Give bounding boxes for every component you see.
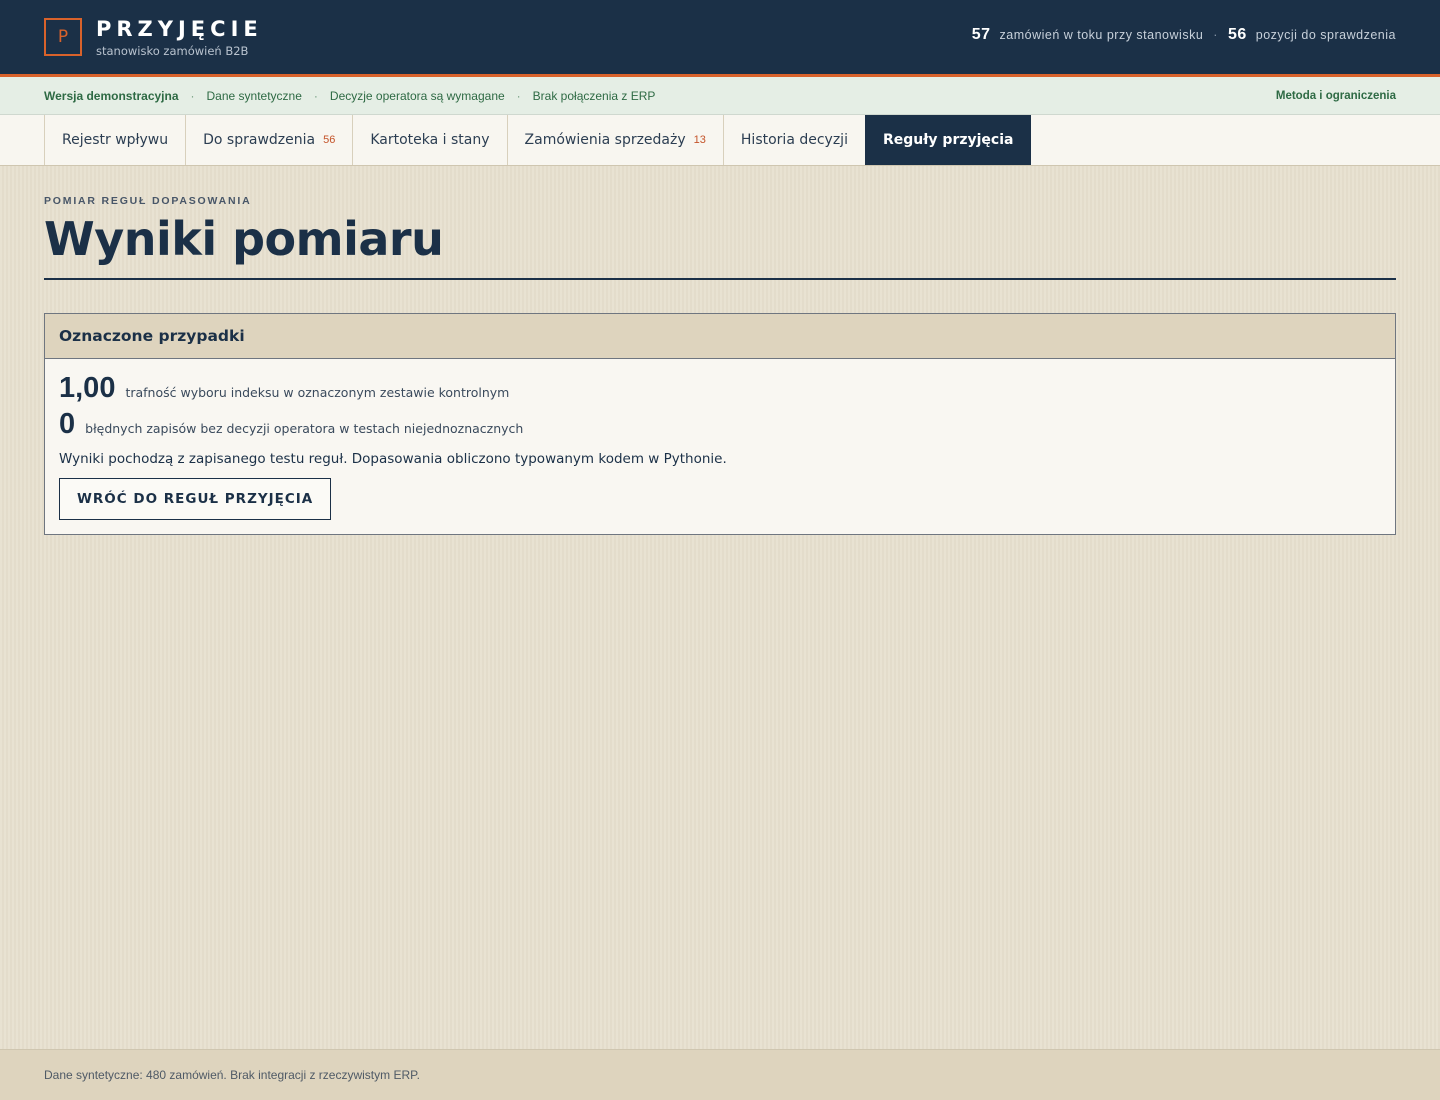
items-to-review-count: 56 — [1227, 26, 1247, 43]
card-heading: Oznaczone przypadki — [45, 314, 1395, 359]
metric-value: 1,00 — [59, 372, 116, 404]
tab-do-sprawdzenia[interactable]: Do sprawdzenia 56 — [185, 115, 352, 165]
tab-label: Zamówienia sprzedaży — [524, 132, 686, 148]
brand-text: PRZYJĘCIE stanowisko zamówień B2B — [96, 17, 263, 58]
demo-separator: · — [313, 88, 318, 103]
tab-historia-decyzji[interactable]: Historia decyzji — [722, 115, 865, 165]
metric-label: trafność wyboru indeksu w oznaczonym zes… — [125, 385, 510, 400]
app-subtitle: stanowisko zamówień B2B — [96, 43, 249, 58]
tab-count-badge: 13 — [693, 134, 706, 146]
results-note: Wyniki pochodzą z zapisanego testu reguł… — [59, 451, 727, 467]
demo-separator: · — [190, 88, 195, 103]
page-title: Wyniki pomiaru — [44, 210, 1396, 280]
page-footer: Dane syntetyczne: 480 zamówień. Brak int… — [0, 1049, 1440, 1100]
tab-zamowienia-sprzedazy[interactable]: Zamówienia sprzedaży 13 — [506, 115, 723, 165]
app-title: PRZYJĘCIE — [96, 16, 263, 41]
metric-accuracy: 1,00 trafność wyboru indeksu w oznaczony… — [59, 372, 1381, 405]
back-to-rules-button[interactable]: WRÓĆ DO REGUŁ PRZYJĘCIA — [59, 478, 332, 520]
demo-no-erp-label: Brak połączenia z ERP — [532, 88, 656, 103]
header-stats: 57 zamówień w toku przy stanowisku · 56 … — [972, 26, 1396, 44]
tab-label: Do sprawdzenia — [203, 132, 316, 148]
page-eyebrow: POMIAR REGUŁ DOPASOWANIA — [44, 195, 252, 207]
results-card: Oznaczone przypadki 1,00 trafność wyboru… — [44, 313, 1396, 535]
footer-text: Dane syntetyczne: 480 zamówień. Brak int… — [44, 1068, 420, 1082]
demo-operator-required-label: Decyzje operatora są wymagane — [329, 88, 505, 103]
tab-kartoteka-i-stany[interactable]: Kartoteka i stany — [352, 115, 506, 165]
app-header: P PRZYJĘCIE stanowisko zamówień B2B 57 z… — [0, 0, 1440, 77]
method-and-limits-link[interactable]: Metoda i ograniczenia — [1276, 90, 1396, 102]
items-to-review-label: pozycji do sprawdzenia — [1255, 28, 1396, 42]
demo-notice-strip: Wersja demonstracyjna · Dane syntetyczne… — [0, 77, 1440, 115]
logo-icon: P — [44, 18, 82, 56]
demo-version-label: Wersja demonstracyjna — [44, 88, 179, 103]
metric-errors: 0 błędnych zapisów bez decyzji operatora… — [59, 408, 1381, 441]
demo-synthetic-data-label: Dane syntetyczne — [206, 88, 302, 103]
card-body: 1,00 trafność wyboru indeksu w oznaczony… — [45, 359, 1395, 534]
tab-rejestr-wplywu[interactable]: Rejestr wpływu — [44, 115, 185, 165]
metric-value: 0 — [59, 408, 76, 440]
tab-label: Kartoteka i stany — [370, 132, 490, 148]
tab-label: Rejestr wpływu — [62, 132, 169, 148]
main-tabs: Rejestr wpływu Do sprawdzenia 56 Kartote… — [0, 115, 1440, 166]
orders-in-progress-label: zamówień w toku przy stanowisku — [999, 28, 1204, 42]
main-content: POMIAR REGUŁ DOPASOWANIA Wyniki pomiaru … — [0, 195, 1440, 535]
stat-separator: · — [1213, 28, 1218, 42]
orders-in-progress-count: 57 — [971, 26, 991, 43]
brand[interactable]: P PRZYJĘCIE stanowisko zamówień B2B — [44, 17, 263, 58]
tab-label: Reguły przyjęcia — [882, 132, 1014, 148]
tab-label: Historia decyzji — [740, 132, 848, 148]
demo-separator: · — [516, 88, 521, 103]
tab-reguly-przyjecia[interactable]: Reguły przyjęcia — [864, 115, 1032, 165]
metric-label: błędnych zapisów bez decyzji operatora w… — [85, 421, 524, 436]
demo-notice-items: Wersja demonstracyjna · Dane syntetyczne… — [44, 89, 655, 103]
tab-count-badge: 56 — [323, 134, 336, 146]
